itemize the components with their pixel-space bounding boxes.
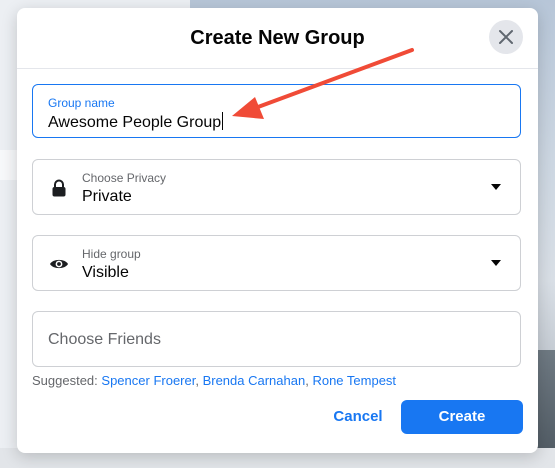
- suggested-friends: Suggested: Spencer Froerer, Brenda Carna…: [32, 373, 397, 388]
- create-group-dialog: Create New Group Group name Awesome Peop…: [17, 8, 538, 453]
- eye-icon: [50, 259, 68, 269]
- choose-friends-input[interactable]: Choose Friends: [32, 311, 521, 367]
- choose-friends-placeholder: Choose Friends: [48, 331, 161, 348]
- caret-down-icon: [491, 260, 501, 266]
- hide-group-value: Visible: [82, 264, 129, 281]
- suggested-friend-link[interactable]: Spencer Froerer: [101, 373, 195, 388]
- privacy-value: Private: [82, 188, 132, 205]
- cancel-button[interactable]: Cancel: [316, 400, 400, 434]
- create-button[interactable]: Create: [401, 400, 523, 434]
- lock-icon: [52, 179, 66, 197]
- text-caret: [222, 112, 224, 130]
- close-button[interactable]: [489, 20, 523, 54]
- group-name-input[interactable]: Awesome People Group: [48, 112, 224, 132]
- suggested-friend-link[interactable]: Rone Tempest: [312, 373, 396, 388]
- close-icon: [499, 30, 513, 44]
- group-name-label: Group name: [48, 96, 115, 110]
- hide-group-label: Hide group: [82, 247, 141, 261]
- group-name-field[interactable]: Group name Awesome People Group: [32, 84, 521, 138]
- caret-down-icon: [491, 184, 501, 190]
- dialog-header: Create New Group: [17, 8, 538, 69]
- privacy-select[interactable]: Choose Privacy Private: [32, 159, 521, 215]
- suggested-prefix: Suggested:: [32, 373, 98, 388]
- dialog-title: Create New Group: [190, 27, 365, 49]
- group-name-value: Awesome People Group: [48, 114, 222, 131]
- hide-group-select[interactable]: Hide group Visible: [32, 235, 521, 291]
- suggested-friend-link[interactable]: Brenda Carnahan: [203, 373, 306, 388]
- privacy-label: Choose Privacy: [82, 171, 167, 185]
